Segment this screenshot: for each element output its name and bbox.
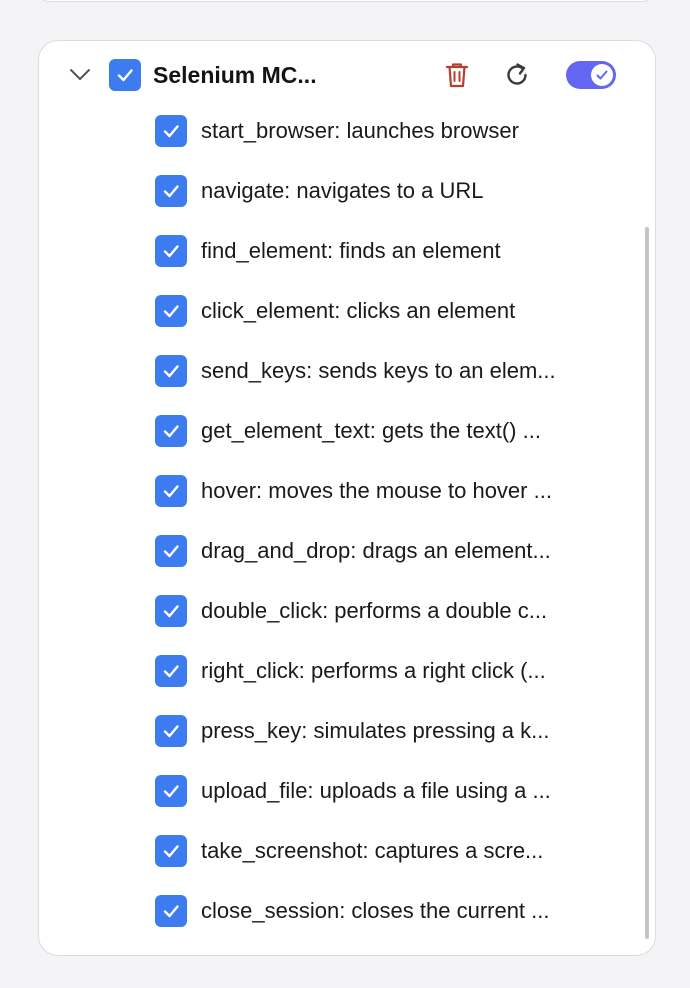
tool-label: send_keys: sends keys to an elem... [201,358,556,383]
tool-item[interactable]: right_click: performs a right click (... [155,641,615,701]
tool-checkbox[interactable] [155,355,187,387]
tool-item[interactable]: start_browser: launches browser [155,101,615,161]
tool-label: press_key: simulates pressing a k... [201,718,550,743]
tool-label: start_browser: launches browser [201,118,519,143]
tool-item[interactable]: navigate: navigates to a URL [155,161,615,221]
server-name: Selenium MC... [153,62,317,88]
tool-item[interactable]: take_screenshot: captures a scre... [155,821,615,881]
tool-label: double_click: performs a double c... [201,598,548,623]
previous-server-card [38,0,654,2]
tool-checkbox[interactable] [155,775,187,807]
server-header: Selenium MC... [39,41,655,109]
tool-checkbox[interactable] [155,595,187,627]
server-checkbox[interactable] [109,59,141,91]
tool-label: click_element: clicks an element [201,298,516,323]
tool-label: get_element_text: gets the text() ... [201,418,541,443]
tool-checkbox[interactable] [155,235,187,267]
tool-item[interactable]: double_click: performs a double c... [155,581,615,641]
tool-label: navigate: navigates to a URL [201,178,484,203]
refresh-icon[interactable] [500,58,534,92]
tool-label: upload_file: uploads a file using a ... [201,778,551,803]
tool-checkbox[interactable] [155,655,187,687]
scrollbar[interactable] [645,227,649,939]
tool-checkbox[interactable] [155,475,187,507]
chevron-down-icon[interactable] [67,61,93,87]
tool-checkbox[interactable] [155,535,187,567]
tool-label: take_screenshot: captures a scre... [201,838,544,863]
tool-label: hover: moves the mouse to hover ... [201,478,552,503]
tool-checkbox[interactable] [155,895,187,927]
tool-checkbox[interactable] [155,835,187,867]
tool-item[interactable]: hover: moves the mouse to hover ... [155,461,615,521]
tool-item[interactable]: upload_file: uploads a file using a ... [155,761,615,821]
tool-item[interactable]: get_element_text: gets the text() ... [155,401,615,461]
trash-icon[interactable] [440,58,474,92]
tool-item[interactable]: send_keys: sends keys to an elem... [155,341,615,401]
tool-checkbox[interactable] [155,115,187,147]
tool-label: find_element: finds an element [201,238,501,263]
tool-label: drag_and_drop: drags an element... [201,538,551,563]
tool-item[interactable]: click_element: clicks an element [155,281,615,341]
tool-item[interactable]: press_key: simulates pressing a k... [155,701,615,761]
tool-label: right_click: performs a right click (... [201,658,546,683]
tool-checkbox[interactable] [155,715,187,747]
tool-item[interactable]: drag_and_drop: drags an element... [155,521,615,581]
server-card: Selenium MC... start_browser: launches b… [38,40,656,956]
tool-label: close_session: closes the current ... [201,898,550,923]
server-enable-toggle[interactable] [566,61,616,89]
tool-checkbox[interactable] [155,415,187,447]
tool-item[interactable]: close_session: closes the current ... [155,881,615,941]
toggle-check-icon [591,64,613,86]
tool-item[interactable]: find_element: finds an element [155,221,615,281]
tool-checkbox[interactable] [155,175,187,207]
tool-checkbox[interactable] [155,295,187,327]
